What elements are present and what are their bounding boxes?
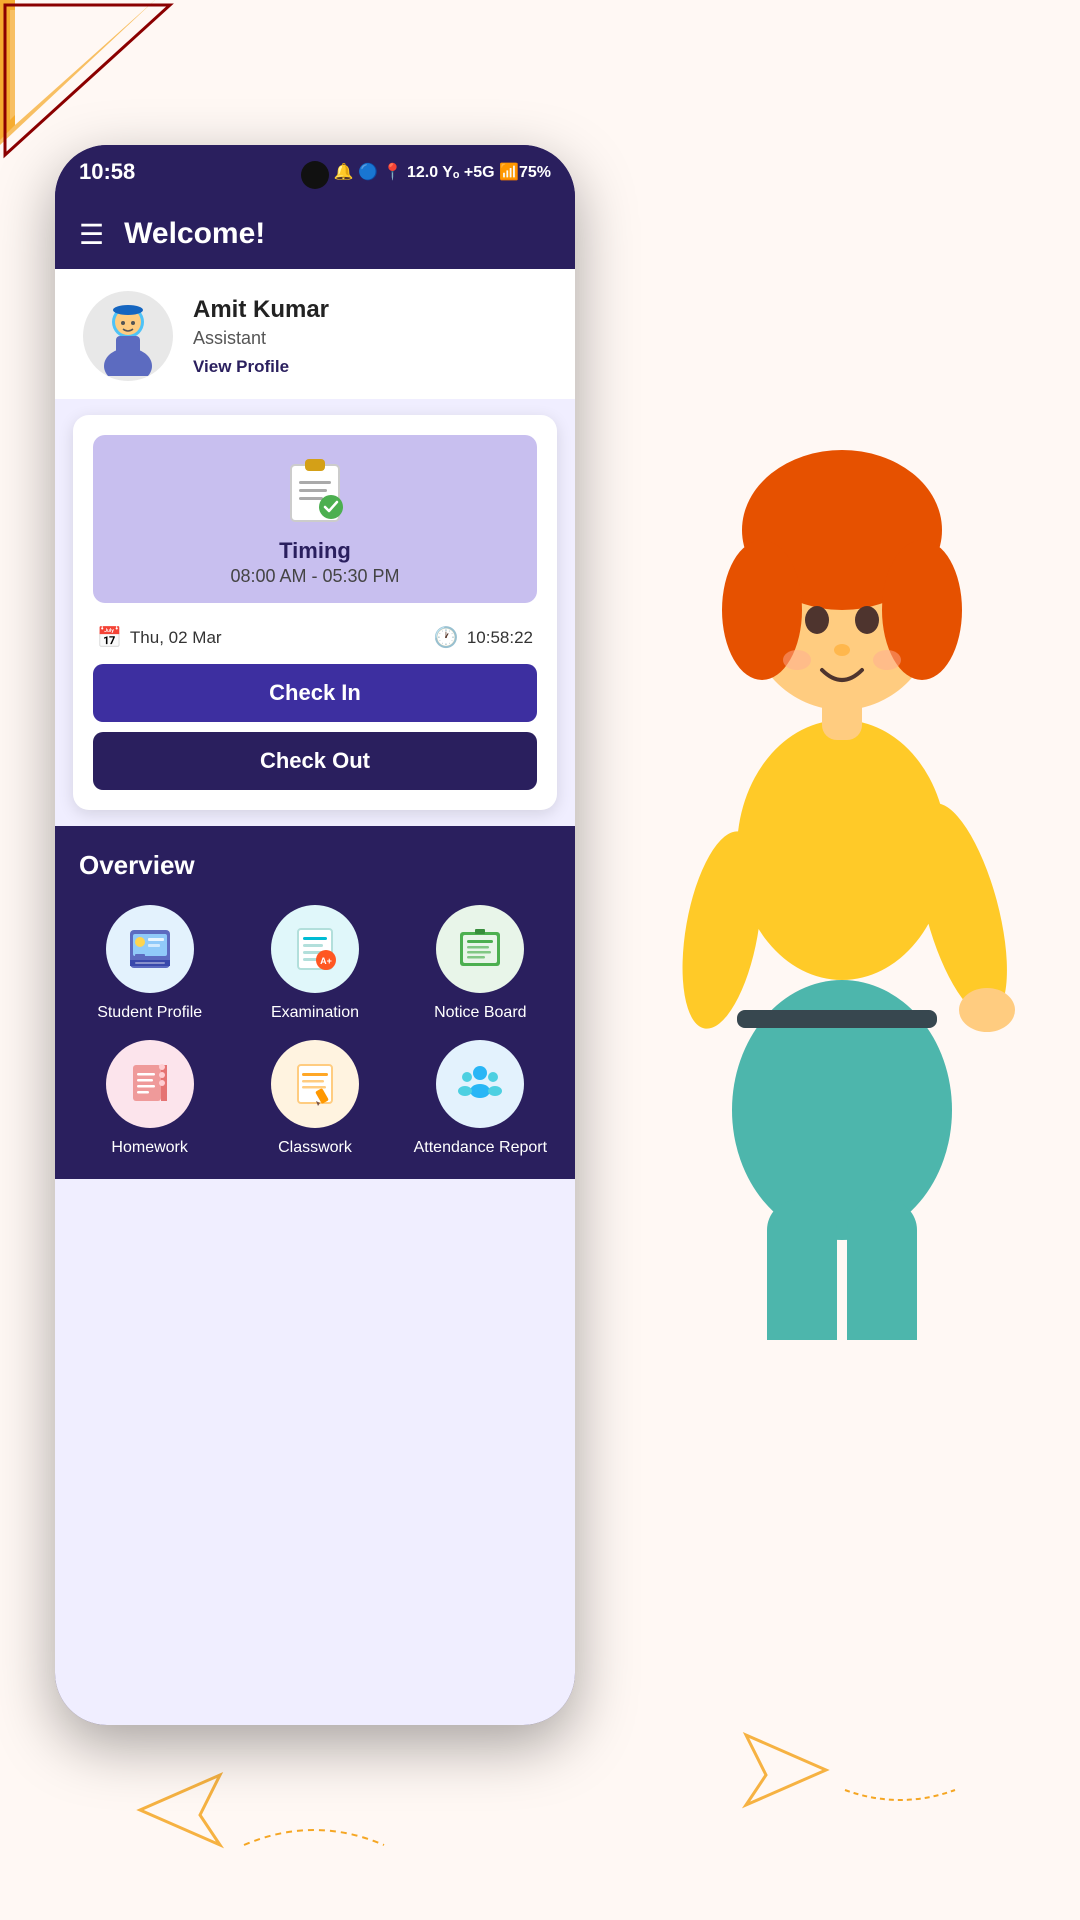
character-3d (622, 290, 1062, 1345)
app-header: ☰ Welcome! (55, 199, 575, 269)
dotted-arc-right (840, 1785, 960, 1815)
profile-info: Amit Kumar Assistant View Profile (193, 296, 329, 377)
avatar (83, 291, 173, 381)
homework-label: Homework (111, 1138, 187, 1159)
paper-plane-left-icon (130, 1765, 230, 1855)
menu-icon[interactable]: ☰ (79, 218, 104, 251)
classwork-icon-circle (271, 1040, 359, 1128)
profile-role: Assistant (193, 328, 329, 349)
overview-section: Overview (55, 826, 575, 1179)
svg-text:A+: A+ (320, 956, 332, 966)
date-badge: 📅 Thu, 02 Mar (97, 625, 222, 650)
calendar-icon: 📅 (97, 625, 122, 650)
camera-notch (301, 161, 329, 189)
student-profile-label: Student Profile (97, 1003, 202, 1024)
overview-item-classwork[interactable]: Classwork (238, 1040, 391, 1159)
notice-board-label: Notice Board (434, 1003, 527, 1024)
attendance-report-label: Attendance Report (414, 1138, 547, 1159)
attendance-card: Timing 08:00 AM - 05:30 PM 📅 Thu, 02 Mar… (73, 415, 557, 810)
app-content: Amit Kumar Assistant View Profile (55, 269, 575, 1725)
phone-frame: 10:58 🔔 🔵 📍 12.0 Yₒ +5G 📶75% ☰ Welcome! (55, 145, 575, 1725)
dotted-arc-left (234, 1815, 394, 1855)
view-profile-link[interactable]: View Profile (193, 357, 329, 377)
profile-name: Amit Kumar (193, 296, 329, 324)
profile-section: Amit Kumar Assistant View Profile (55, 269, 575, 399)
overview-title: Overview (79, 850, 557, 881)
paper-plane-right-icon (736, 1725, 836, 1815)
clipboard-icon (285, 455, 345, 523)
overview-item-homework[interactable]: Homework (73, 1040, 226, 1159)
check-in-button[interactable]: Check In (93, 664, 537, 722)
overview-item-attendance-report[interactable]: Attendance Report (404, 1040, 557, 1159)
timing-banner: Timing 08:00 AM - 05:30 PM (93, 435, 537, 603)
examination-icon-circle: A+ (271, 905, 359, 993)
timing-label: Timing (279, 538, 351, 564)
date-time-row: 📅 Thu, 02 Mar 🕐 10:58:22 (93, 619, 537, 664)
overview-item-examination[interactable]: A+ Examination (238, 905, 391, 1024)
date-text: Thu, 02 Mar (130, 628, 222, 648)
deco-bottom-right (736, 1725, 960, 1820)
overview-grid: Student Profile A+ (73, 905, 557, 1159)
timing-hours: 08:00 AM - 05:30 PM (230, 566, 399, 587)
time-badge: 🕐 10:58:22 (434, 625, 533, 650)
overview-item-student-profile[interactable]: Student Profile (73, 905, 226, 1024)
overview-item-notice-board[interactable]: Notice Board (404, 905, 557, 1024)
time-text: 10:58:22 (467, 628, 533, 648)
status-icons: 🔔 🔵 📍 12.0 Yₒ +5G 📶75% (334, 162, 551, 182)
student-profile-icon-circle (106, 905, 194, 993)
clock-icon: 🕐 (434, 625, 459, 650)
check-out-button[interactable]: Check Out (93, 732, 537, 790)
classwork-label: Classwork (278, 1138, 352, 1159)
header-title: Welcome! (124, 217, 265, 251)
attendance-report-icon-circle (436, 1040, 524, 1128)
homework-icon-circle (106, 1040, 194, 1128)
timing-icon-container (285, 455, 345, 528)
examination-label: Examination (271, 1003, 359, 1024)
deco-bottom-left (130, 1765, 394, 1860)
status-time: 10:58 (79, 159, 135, 185)
notice-board-icon-circle (436, 905, 524, 993)
deco-top-left (0, 0, 160, 160)
